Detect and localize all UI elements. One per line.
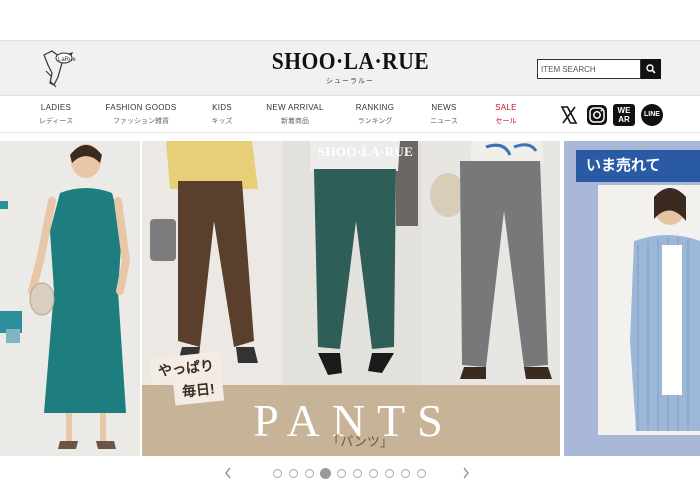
nav-label-jp: 新着商品 (280, 118, 309, 125)
promo-banner: いま売れて (576, 150, 700, 182)
nav-label-en: LADIES (40, 103, 72, 112)
carousel-prev-button[interactable] (224, 466, 232, 483)
carousel-pager (0, 466, 700, 482)
nav-label-en: NEWS (431, 103, 457, 112)
nav-item-kids[interactable]: KIDS キッズ (212, 103, 233, 126)
nav-label-jp: セール (495, 118, 517, 125)
chevron-left-icon (225, 467, 231, 479)
wear-icon-text: WEAR (617, 106, 631, 124)
search-button[interactable] (641, 59, 661, 79)
nav-label-en: SALE (495, 103, 517, 112)
carousel-slide-next[interactable]: いま売れて (564, 141, 700, 456)
carousel-slide-prev[interactable] (0, 141, 140, 456)
nav-label-jp: レディース (38, 118, 74, 125)
carousel-dot[interactable] (385, 469, 394, 478)
wear-icon[interactable]: WEAR (613, 104, 635, 126)
slide-brand-logo: SHOO·LA·RUE (318, 144, 414, 159)
nav-label-en: FASHION GOODS (105, 103, 177, 112)
model-photo-teal-dress (0, 141, 140, 456)
carousel-dot[interactable] (289, 469, 298, 478)
search-input[interactable] (537, 59, 641, 79)
nav-item-ladies[interactable]: LADIES レディース (39, 103, 73, 126)
carousel-dot[interactable] (337, 469, 346, 478)
nav-item-news[interactable]: NEWS ニュース (430, 103, 458, 126)
model-photo-striped-shirt (564, 141, 700, 456)
carousel-dot[interactable] (273, 469, 282, 478)
carousel-dot[interactable] (417, 469, 426, 478)
nav-item-ranking[interactable]: RANKING ランキング (356, 103, 395, 126)
brand-logo-text: SHOO·LA·RUE (271, 49, 429, 75)
nav-label-jp: ランキング (357, 118, 393, 125)
nav-label-en: NEW ARRIVAL (266, 103, 324, 112)
nav-label-jp: ファッション雑貨 (113, 118, 169, 125)
slide-subheadline: 「パンツ」 (327, 434, 393, 449)
carousel-dot[interactable] (305, 469, 314, 478)
slide-badge-bottom: 毎日! (172, 374, 224, 406)
nav-label-jp: キッズ (211, 118, 233, 125)
carousel-dot[interactable] (353, 469, 362, 478)
nav-item-sale[interactable]: SALE セール (495, 103, 517, 126)
carousel-next-button[interactable] (462, 466, 470, 483)
nav-label-en: KIDS (212, 103, 232, 112)
site-header: LaRue SHOO·LA·RUE シューラルー (0, 40, 700, 96)
nav-label-jp: ニュース (430, 118, 458, 125)
search-box (537, 59, 661, 79)
line-icon[interactable]: LINE (641, 104, 663, 126)
chevron-right-icon (463, 467, 469, 479)
page: LaRue SHOO·LA·RUE シューラルー LADIES レディース FA… (0, 0, 700, 500)
carousel-dot[interactable] (401, 469, 410, 478)
x-icon[interactable] (558, 104, 580, 126)
carousel-dot[interactable] (369, 469, 378, 478)
search-icon (646, 64, 656, 74)
nav-item-fashion-goods[interactable]: FASHION GOODS ファッション雑貨 (105, 103, 176, 126)
carousel-dot[interactable] (320, 468, 331, 479)
line-icon-text: LINE (644, 111, 660, 118)
instagram-icon[interactable] (586, 104, 608, 126)
nav-item-new-arrival[interactable]: NEW ARRIVAL 新着商品 (266, 103, 323, 126)
carousel-slide-active[interactable]: SHOO·LA·RUE やっぱり 毎日! PANTS 「パンツ」 (142, 141, 560, 456)
nav-label-en: RANKING (355, 103, 395, 112)
